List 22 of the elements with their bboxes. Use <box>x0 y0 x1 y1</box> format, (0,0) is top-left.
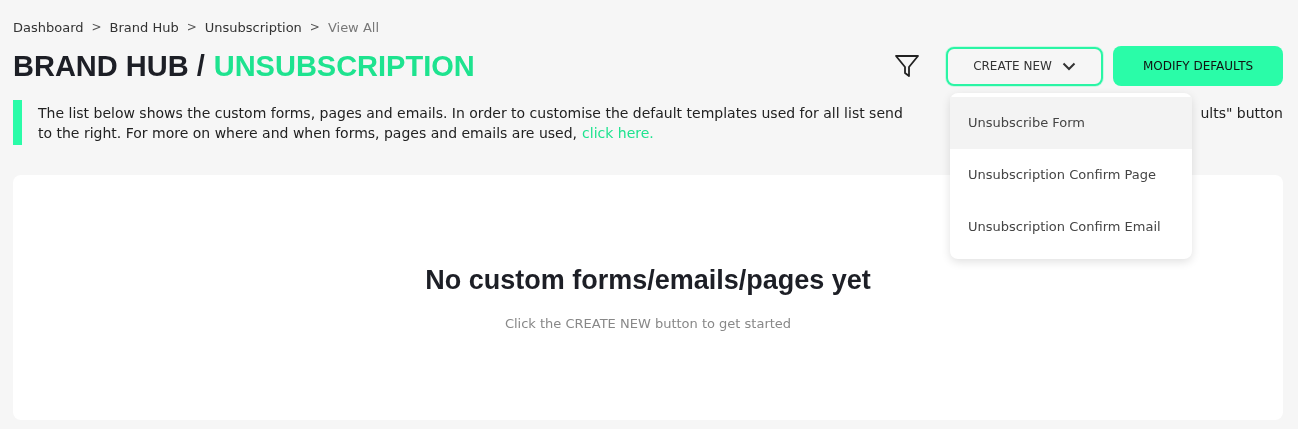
page-title: BRAND HUB / <box>13 49 205 83</box>
menu-item[interactable]: Unsubscription Confirm Page <box>950 148 1192 201</box>
accent-bar <box>13 100 22 145</box>
notice-text: The list below shows the custom forms, pages and emails. In order to customise the default templates used for all list send <box>38 104 903 123</box>
breadcrumb-link[interactable]: Unsubscription <box>204 19 302 35</box>
create-new-button[interactable]: CREATE NEW <box>946 46 1103 86</box>
empty-state-heading: No custom forms/emails/pages yet <box>425 264 871 296</box>
caret-icon <box>1061 61 1076 71</box>
page-title-highlight: UNSUBSCRIPTION <box>213 49 475 83</box>
breadcrumb-link[interactable]: Brand Hub <box>109 19 179 35</box>
menu-item[interactable]: Unsubscribe Form <box>950 96 1192 149</box>
empty-state-hint: Click the CREATE NEW button to get started <box>504 315 792 331</box>
modify-defaults-button[interactable]: MODIFY DEFAULTS <box>1113 46 1283 86</box>
breadcrumb-link[interactable]: View All <box>327 19 379 35</box>
breadcrumb-separator: > <box>91 20 102 34</box>
menu-item[interactable]: Unsubscription Confirm Email <box>950 200 1192 253</box>
filter-icon[interactable] <box>894 54 920 78</box>
breadcrumb-separator: > <box>186 20 197 34</box>
breadcrumb-link[interactable]: Dashboard <box>13 19 84 35</box>
notice-text: ults" button <box>1200 104 1283 123</box>
notice-text: to the right. For more on where and when forms, pages and emails are used, <box>38 124 578 143</box>
breadcrumb-separator: > <box>309 20 320 34</box>
